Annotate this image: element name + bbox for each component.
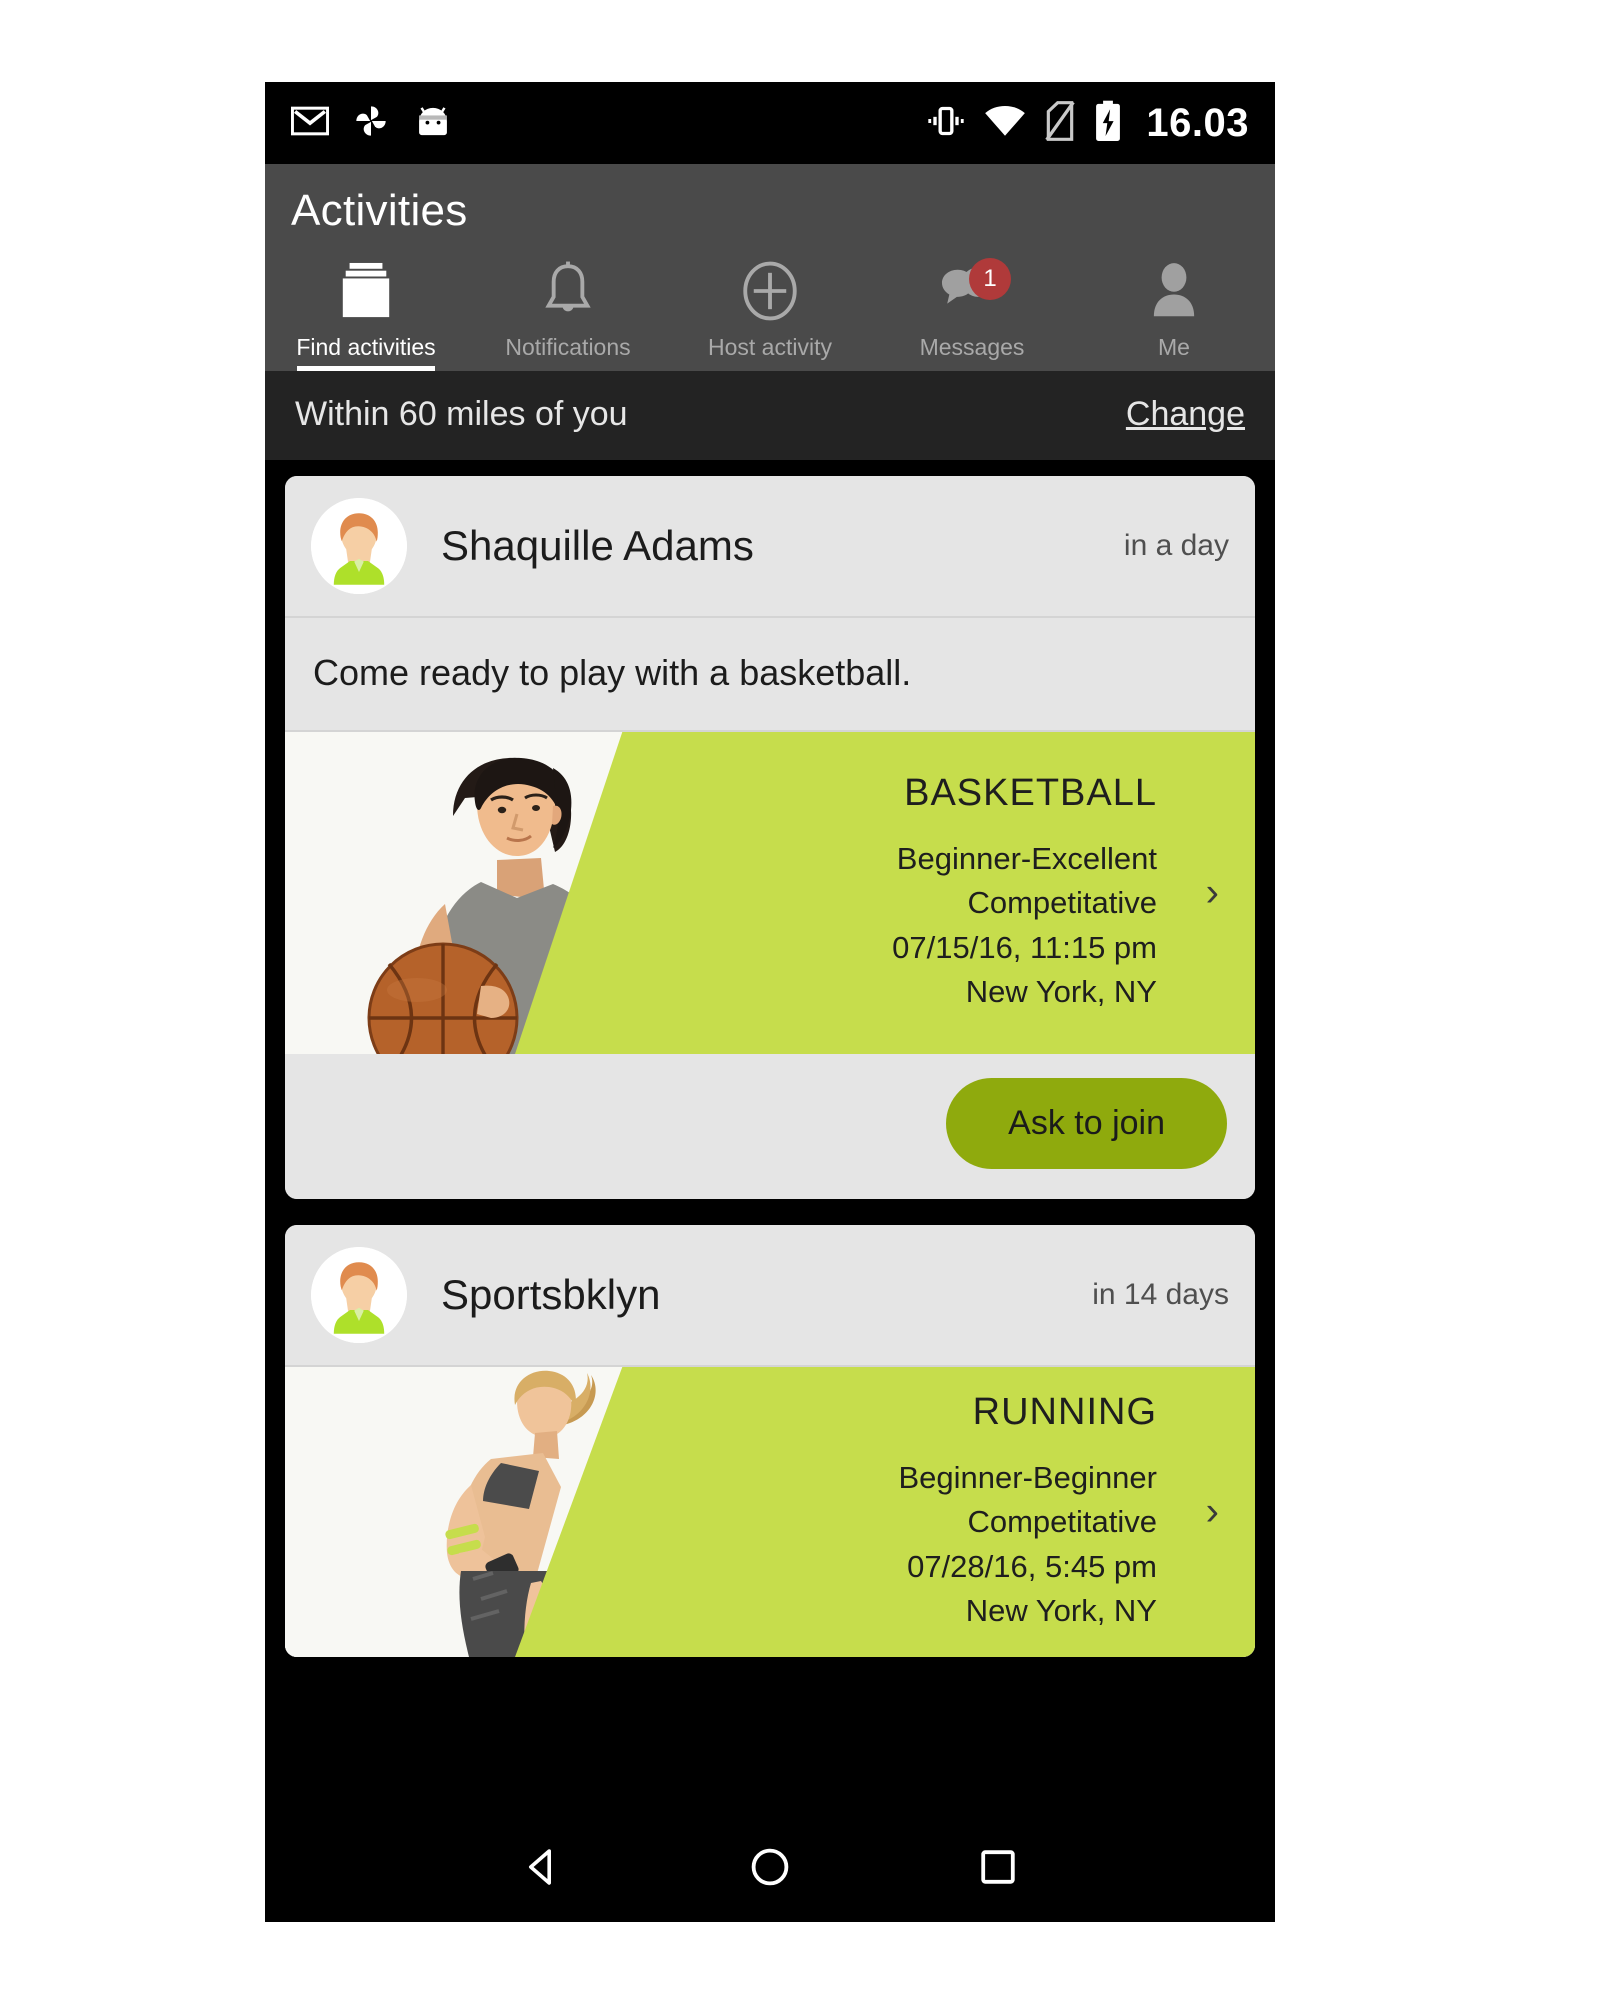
activity-mode: Competitative — [967, 1504, 1157, 1540]
chevron-right-icon[interactable]: › — [1206, 871, 1219, 916]
activity-detail-row[interactable]: BASKETBALL Beginner-Excellent Competitat… — [285, 732, 1255, 1054]
ask-to-join-button[interactable]: Ask to join — [946, 1078, 1227, 1169]
phone-screen: 16.03 Activities Find activities Notific… — [265, 82, 1275, 1922]
tab-host-activity[interactable]: Host activity — [669, 250, 871, 371]
activity-host-name: Shaquille Adams — [441, 522, 754, 569]
tab-label: Host activity — [708, 334, 832, 360]
activity-card[interactable]: Sportsbklyn in 14 days RUNNING Beginner-… — [285, 1225, 1255, 1657]
distance-filter-label: Within 60 miles of you — [295, 395, 628, 433]
avatar — [311, 1247, 407, 1343]
activity-location: New York, NY — [965, 1592, 1157, 1628]
back-triangle-icon[interactable] — [518, 1843, 566, 1891]
activity-card-header: Sportsbklyn in 14 days — [285, 1225, 1255, 1367]
plus-circle-icon — [741, 260, 799, 322]
activity-sport: BASKETBALL — [904, 772, 1157, 815]
recents-square-icon[interactable] — [974, 1843, 1022, 1891]
cards-stack-icon — [337, 260, 395, 322]
android-head-icon — [413, 103, 453, 144]
tab-notifications[interactable]: Notifications — [467, 250, 669, 371]
photos-pinwheel-icon — [351, 101, 391, 146]
chevron-right-icon[interactable]: › — [1206, 1490, 1219, 1535]
tab-label: Me — [1158, 334, 1190, 360]
avatar — [311, 498, 407, 594]
activity-card[interactable]: Shaquille Adams in a day Come ready to p… — [285, 476, 1255, 1199]
android-navigation-bar — [265, 1812, 1275, 1922]
activity-description: Come ready to play with a basketball. — [285, 618, 1255, 732]
distance-filter-bar[interactable]: Within 60 miles of you Change — [265, 371, 1275, 460]
activity-info-block: BASKETBALL Beginner-Excellent Competitat… — [892, 732, 1157, 1054]
tab-label: Messages — [919, 334, 1025, 360]
change-distance-link[interactable]: Change — [1126, 395, 1245, 434]
tab-bar: Find activities Notifications Host activ… — [265, 250, 1275, 371]
person-icon — [1148, 260, 1200, 322]
messages-badge: 1 — [969, 258, 1011, 300]
activity-skill-level: Beginner-Beginner — [898, 1460, 1157, 1496]
status-bar-left-icons — [290, 101, 453, 146]
tab-me[interactable]: Me — [1073, 250, 1275, 371]
tab-label: Find activities — [296, 334, 436, 360]
page-title: Activities — [291, 186, 468, 235]
chat-bubbles-icon: 1 — [939, 258, 1011, 322]
activity-card-footer: Ask to join — [285, 1054, 1255, 1199]
activity-mode: Competitative — [967, 885, 1157, 921]
activities-feed: Shaquille Adams in a day Come ready to p… — [265, 460, 1275, 1657]
tab-active-underline — [297, 366, 435, 371]
activity-datetime: 07/28/16, 5:45 pm — [907, 1548, 1157, 1584]
home-circle-icon[interactable] — [746, 1843, 794, 1891]
activity-time-until: in 14 days — [1092, 1278, 1229, 1311]
activity-time-until: in a day — [1123, 529, 1229, 562]
vibrate-icon — [926, 101, 966, 146]
gmail-icon — [290, 106, 330, 141]
activity-skill-level: Beginner-Excellent — [896, 841, 1157, 877]
activity-detail-row[interactable]: RUNNING Beginner-Beginner Competitative … — [285, 1367, 1255, 1657]
app-bar: Activities Find activities Notifications… — [265, 164, 1275, 371]
status-bar-clock: 16.03 — [1146, 101, 1249, 145]
tab-messages[interactable]: 1 Messages — [871, 250, 1073, 371]
status-bar: 16.03 — [265, 82, 1275, 164]
wifi-icon — [984, 105, 1026, 142]
screenshot-canvas: 16.03 Activities Find activities Notific… — [0, 0, 1600, 2000]
activity-datetime: 07/15/16, 11:15 pm — [892, 929, 1157, 965]
tab-label: Notifications — [505, 334, 631, 360]
activity-host-name: Sportsbklyn — [441, 1271, 661, 1318]
tab-find-activities[interactable]: Find activities — [265, 250, 467, 371]
activity-info-block: RUNNING Beginner-Beginner Competitative … — [898, 1367, 1157, 1657]
activity-location: New York, NY — [965, 973, 1157, 1009]
activity-card-header: Shaquille Adams in a day — [285, 476, 1255, 618]
activity-sport: RUNNING — [972, 1391, 1157, 1434]
bell-icon — [540, 260, 596, 322]
no-sim-icon — [1044, 100, 1076, 146]
status-bar-right-icons: 16.03 — [926, 100, 1249, 147]
battery-charging-icon — [1094, 100, 1122, 147]
